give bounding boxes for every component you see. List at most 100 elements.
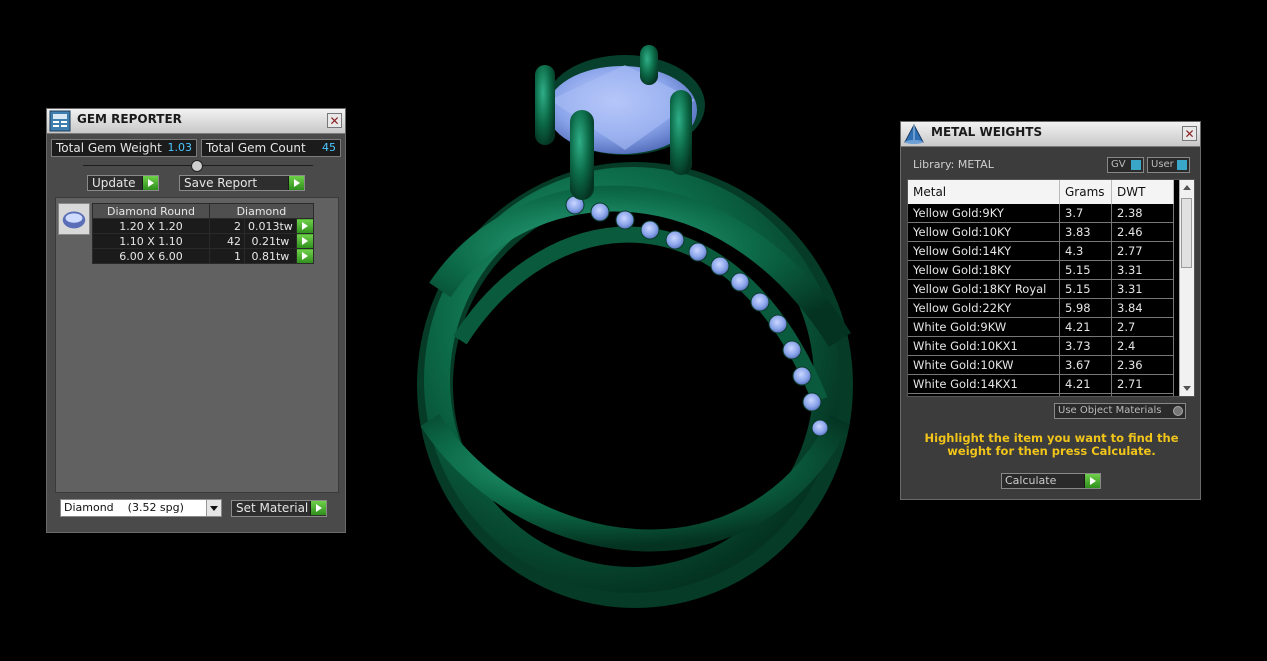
- metal-grams: 5.15: [1059, 279, 1112, 299]
- gv-toggle-label: GV: [1111, 159, 1126, 170]
- round-diamond-icon[interactable]: [58, 203, 90, 235]
- metal-name: White Gold:10KX1: [908, 336, 1060, 356]
- metal-grams: 3.83: [1059, 222, 1112, 242]
- total-gem-count: Total Gem Count 45: [201, 139, 341, 157]
- metal-grams: 5.98: [1059, 298, 1112, 318]
- metal-dwt: 2.46: [1111, 222, 1174, 242]
- metal-grams: 4.81: [1059, 393, 1112, 396]
- material-select[interactable]: Diamond (3.52 spg): [60, 499, 222, 517]
- metal-list[interactable]: Metal Grams DWT Yellow Gold:9KY 3.7 2.38 Ye…: [907, 179, 1195, 397]
- update-button[interactable]: Update: [87, 175, 159, 191]
- metal-dwt: 3.84: [1111, 298, 1174, 318]
- metal-weights-title: METAL WEIGHTS: [931, 125, 1043, 139]
- metal-header[interactable]: Metal: [908, 180, 1060, 204]
- calculate-button[interactable]: Calculate: [1001, 473, 1101, 489]
- table-row[interactable]: Yellow Gold:18KY 5.15 3.31: [908, 260, 1174, 280]
- ring-3d-viewport[interactable]: [400, 40, 870, 610]
- metal-grams: 3.7: [1059, 204, 1112, 223]
- material-select-value: Diamond (3.52 spg): [64, 501, 184, 514]
- table-row[interactable]: Yellow Gold:10KY 3.83 2.46: [908, 222, 1174, 242]
- gem-weight: 0.21tw: [244, 233, 297, 249]
- user-toggle[interactable]: User: [1147, 157, 1190, 173]
- table-row[interactable]: White Gold:14KX1 4.21 2.71: [908, 374, 1174, 394]
- metal-name: White Gold:9KW: [908, 317, 1060, 337]
- table-row[interactable]: 1.20 X 1.20 2 0.013tw: [92, 218, 314, 234]
- metal-grams: 4.21: [1059, 317, 1112, 337]
- metal-name: White Gold:10KW: [908, 355, 1060, 375]
- scroll-down-icon[interactable]: [1183, 386, 1191, 391]
- library-label: Library: METAL: [913, 158, 994, 171]
- metal-dwt: 3.31: [1111, 260, 1174, 280]
- play-icon: [142, 176, 158, 190]
- select-gems-button[interactable]: [295, 248, 314, 264]
- metal-name: Yellow Gold:22KY: [908, 298, 1060, 318]
- use-object-materials-label: Use Object Materials: [1058, 405, 1162, 416]
- use-object-materials-toggle[interactable]: Use Object Materials: [1054, 403, 1186, 419]
- scroll-up-icon[interactable]: [1183, 185, 1191, 190]
- metal-name: White Gold:14KX1: [908, 374, 1060, 394]
- gem-weight: 0.013tw: [244, 218, 297, 234]
- close-icon[interactable]: ✕: [1182, 126, 1197, 141]
- table-row[interactable]: 6.00 X 6.00 1 0.81tw: [92, 248, 314, 264]
- play-icon: [310, 501, 326, 515]
- metal-name: Yellow Gold:9KY: [908, 204, 1060, 223]
- metal-name: Yellow Gold:18KY Royal: [908, 279, 1060, 299]
- gem-reporter-icon: [49, 110, 71, 132]
- metal-grams: 4.3: [1059, 241, 1112, 261]
- toggle-indicator-icon: [1131, 160, 1141, 170]
- grams-header[interactable]: Grams: [1059, 180, 1112, 204]
- table-row[interactable]: 1.10 X 1.10 42 0.21tw: [92, 233, 314, 249]
- gv-toggle[interactable]: GV: [1107, 157, 1144, 173]
- set-material-button-label: Set Material: [236, 501, 309, 515]
- gem-reporter-panel: GEM REPORTER ✕ Total Gem Weight 1.03 Tot…: [46, 108, 346, 533]
- gem-size: 1.20 X 1.20: [92, 218, 210, 234]
- gem-table-header: Diamond Round Diamond: [92, 203, 314, 219]
- toggle-indicator-icon: [1177, 160, 1187, 170]
- gem-weight: 0.81tw: [244, 248, 297, 264]
- play-icon: [288, 176, 304, 190]
- gem-count: 1: [209, 248, 245, 264]
- calculate-button-label: Calculate: [1005, 474, 1057, 487]
- metal-dwt: 2.4: [1111, 336, 1174, 356]
- table-row[interactable]: White Gold:9KW 4.21 2.7: [908, 317, 1174, 337]
- pyramid-icon: [904, 123, 924, 144]
- gem-count: 42: [209, 233, 245, 249]
- table-row[interactable]: Yellow Gold:22KY 5.98 3.84: [908, 298, 1174, 318]
- metal-grams: 4.21: [1059, 374, 1112, 394]
- table-row[interactable]: Yellow Gold:18KY Royal 5.15 3.31: [908, 279, 1174, 299]
- table-row[interactable]: White Gold:10KX1 3.73 2.4: [908, 336, 1174, 356]
- table-row[interactable]: Yellow Gold:14KY 4.3 2.77: [908, 241, 1174, 261]
- metal-dwt: 3.31: [1111, 279, 1174, 299]
- collapse-handle[interactable]: [191, 160, 203, 172]
- set-material-button[interactable]: Set Material: [231, 500, 327, 517]
- scroll-thumb[interactable]: [1181, 198, 1192, 268]
- metal-dwt: 2.38: [1111, 204, 1174, 223]
- total-gem-weight-label: Total Gem Weight: [56, 141, 162, 155]
- total-gem-count-value: 45: [319, 141, 339, 155]
- metal-list-scrollbar[interactable]: [1179, 180, 1194, 396]
- select-gems-button[interactable]: [295, 233, 314, 249]
- table-row[interactable]: Yellow Gold:9KY 3.7 2.38: [908, 204, 1174, 223]
- user-toggle-label: User: [1151, 159, 1174, 170]
- dwt-header[interactable]: DWT: [1111, 180, 1174, 204]
- metal-grams: 3.73: [1059, 336, 1112, 356]
- gem-size: 6.00 X 6.00: [92, 248, 210, 264]
- close-icon[interactable]: ✕: [327, 113, 342, 128]
- gem-list: Diamond Round Diamond 1.20 X 1.20 2 0.01…: [55, 197, 339, 493]
- gem-header-material: Diamond: [209, 203, 314, 219]
- table-row[interactable]: White Gold:10KW 3.67 2.36: [908, 355, 1174, 375]
- total-gem-weight-value: 1.03: [164, 141, 195, 155]
- save-report-button[interactable]: Save Report: [179, 175, 305, 191]
- chevron-down-icon[interactable]: [206, 500, 221, 516]
- select-gems-button[interactable]: [295, 218, 314, 234]
- total-gem-count-label: Total Gem Count: [206, 141, 306, 155]
- metal-table: Metal Grams DWT Yellow Gold:9KY 3.7 2.38 Ye…: [908, 180, 1174, 396]
- metal-weights-titlebar[interactable]: METAL WEIGHTS ✕: [901, 122, 1200, 147]
- update-button-label: Update: [92, 176, 136, 190]
- play-icon: [1084, 474, 1100, 488]
- gem-reporter-titlebar[interactable]: GEM REPORTER ✕: [47, 109, 345, 134]
- gem-reporter-title: GEM REPORTER: [77, 112, 182, 126]
- metal-table-header: Metal Grams DWT: [908, 180, 1174, 204]
- table-row[interactable]: White Gold:14K PdW4.813.09: [908, 393, 1174, 396]
- gem-header-shape: Diamond Round: [92, 203, 210, 219]
